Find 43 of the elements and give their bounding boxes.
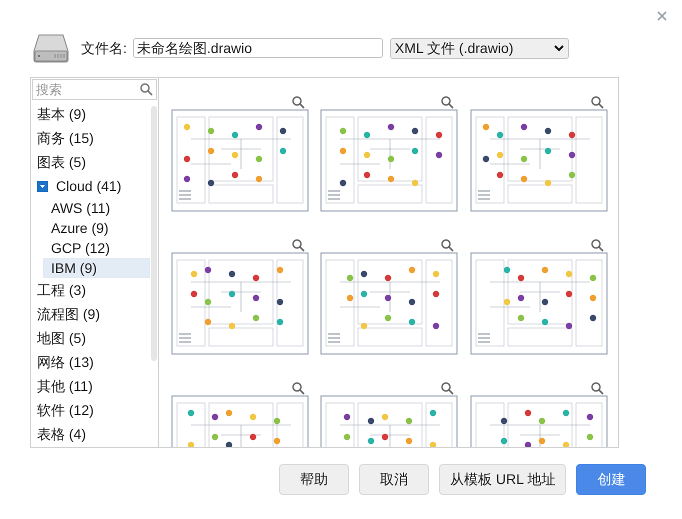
- diagram-template-thumbnail[interactable]: [170, 109, 309, 212]
- diagram-template-thumbnail[interactable]: [470, 252, 608, 355]
- file-name-label: 文件名:: [81, 38, 127, 58]
- category-item[interactable]: 表格 (4): [31, 422, 150, 446]
- diagram-template-thumbnail[interactable]: [320, 109, 458, 212]
- category-item[interactable]: 商务 (15): [31, 126, 150, 150]
- zoom-icon[interactable]: [591, 239, 604, 252]
- zoom-icon[interactable]: [292, 239, 305, 252]
- diagram-template-thumbnail[interactable]: [470, 109, 608, 212]
- chevron-down-icon: [554, 44, 564, 52]
- zoom-icon[interactable]: [591, 96, 604, 109]
- zoom-icon[interactable]: [591, 382, 604, 395]
- search-field[interactable]: 搜索: [32, 79, 157, 100]
- search-icon: [140, 83, 153, 96]
- category-item[interactable]: 流程图 (9): [31, 302, 150, 326]
- zoom-icon[interactable]: [292, 382, 305, 395]
- category-item[interactable]: Azure (9): [43, 218, 150, 238]
- zoom-icon[interactable]: [441, 239, 454, 252]
- zoom-icon[interactable]: [441, 382, 454, 395]
- category-item[interactable]: 地图 (5): [31, 326, 150, 350]
- hard-drive-icon: [33, 33, 69, 63]
- category-item[interactable]: 图表 (5): [31, 150, 150, 174]
- close-icon[interactable]: [657, 11, 667, 21]
- diagram-template-thumbnail[interactable]: [320, 252, 458, 355]
- category-item[interactable]: Cloud (41): [31, 174, 150, 198]
- category-item[interactable]: IBM (9): [43, 258, 150, 278]
- zoom-icon[interactable]: [441, 96, 454, 109]
- category-item[interactable]: 其他 (11): [31, 374, 150, 398]
- category-item[interactable]: 软件 (12): [31, 398, 150, 422]
- category-item[interactable]: 基本 (9): [31, 102, 150, 126]
- category-item[interactable]: AWS (11): [43, 198, 150, 218]
- format-dropdown[interactable]: XML 文件 (.drawio): [390, 38, 569, 58]
- collapse-toggle-icon[interactable]: [37, 180, 48, 192]
- category-item[interactable]: 工程 (3): [31, 278, 150, 302]
- zoom-icon[interactable]: [292, 96, 305, 109]
- dialog-button[interactable]: 帮助: [279, 464, 349, 495]
- scrollbar[interactable]: [151, 106, 157, 361]
- dialog-button[interactable]: 取消: [359, 464, 429, 495]
- diagram-template-thumbnail[interactable]: [170, 252, 309, 355]
- file-name-field[interactable]: 未命名绘图.drawio: [132, 38, 383, 58]
- dialog-button[interactable]: 从模板 URL 地址: [439, 464, 566, 495]
- category-item[interactable]: GCP (12): [43, 238, 150, 258]
- category-item[interactable]: 网络 (13): [31, 350, 150, 374]
